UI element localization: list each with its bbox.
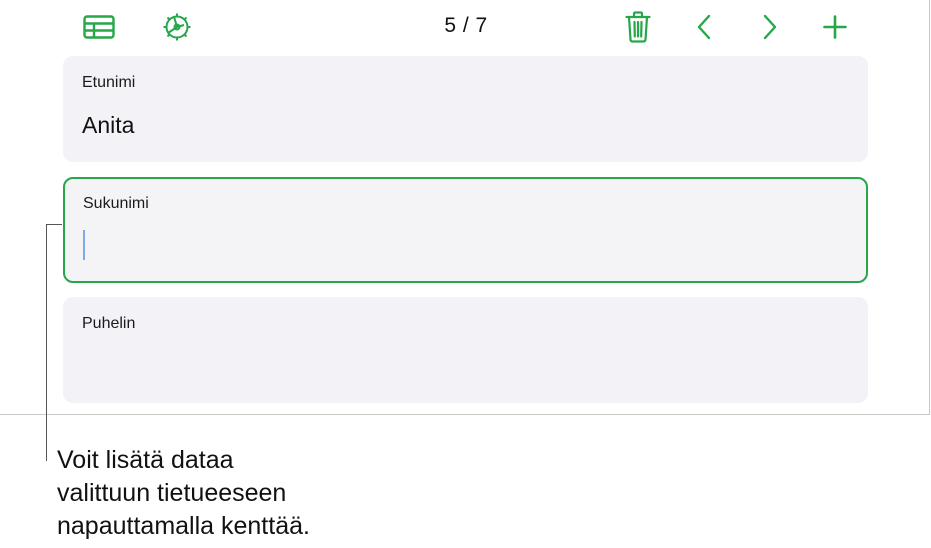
previous-record-button[interactable] (684, 8, 724, 46)
field-etunimi[interactable]: Etunimi Anita (63, 56, 868, 162)
next-record-button[interactable] (750, 8, 790, 46)
field-label: Sukunimi (83, 195, 149, 212)
delete-record-button[interactable] (618, 8, 658, 46)
table-icon (83, 15, 115, 39)
callout-leader-line (46, 224, 62, 225)
table-view-button[interactable] (79, 8, 119, 46)
record-settings-button[interactable] (157, 8, 197, 46)
trash-icon (625, 11, 651, 43)
callout-line: napauttamalla kenttää. (57, 512, 310, 540)
add-record-button[interactable] (815, 8, 855, 46)
chevron-left-icon (696, 14, 712, 40)
field-puhelin[interactable]: Puhelin (63, 297, 868, 403)
callout-text: Voit lisätä dataa valittuun tietueeseen … (57, 444, 477, 543)
record-form-screen: 5 / 7 Etunimi Anita Sukunimi Puhelin (0, 0, 930, 415)
text-cursor (83, 230, 85, 260)
chevron-right-icon (762, 14, 778, 40)
plus-icon (823, 15, 847, 39)
record-settings-icon (162, 12, 192, 42)
callout-leader-line (46, 224, 47, 461)
callout-line: valittuun tietueeseen (57, 479, 287, 507)
field-sukunimi[interactable]: Sukunimi (63, 177, 868, 283)
field-label: Etunimi (82, 74, 136, 91)
field-value: Anita (82, 112, 135, 138)
callout-line: Voit lisätä dataa (57, 446, 234, 474)
field-label: Puhelin (82, 315, 136, 332)
record-counter: 5 / 7 (444, 14, 488, 37)
